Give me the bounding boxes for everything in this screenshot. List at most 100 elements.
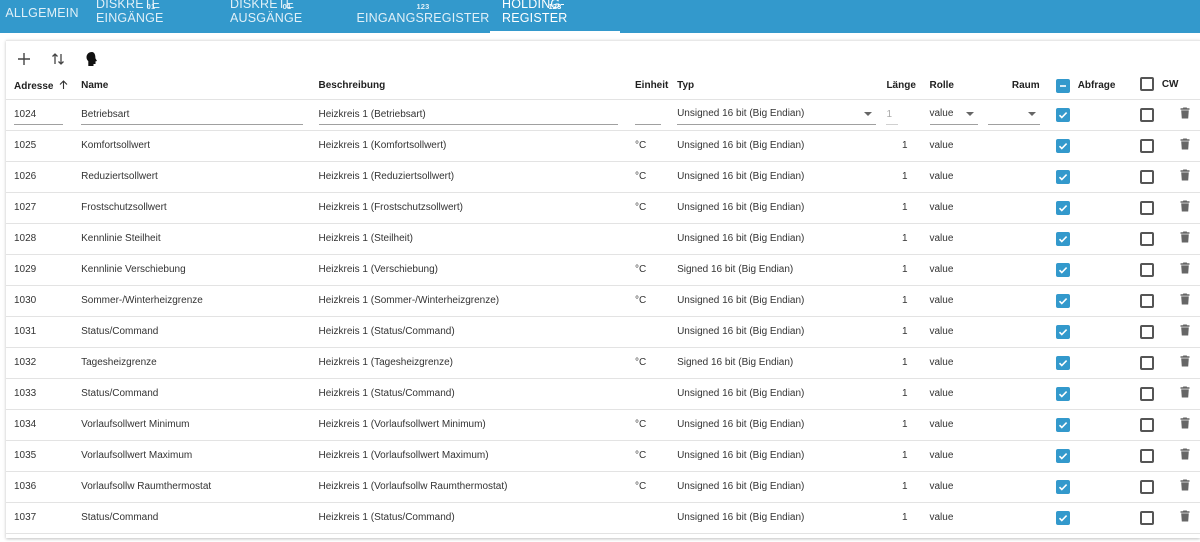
room-cell[interactable] <box>987 347 1050 379</box>
poll-checkbox[interactable] <box>1055 324 1070 339</box>
address-cell[interactable]: 1031 <box>6 316 74 348</box>
tab-eingangsregister[interactable]: 123 EINGANGSREGISTER <box>356 0 490 33</box>
room-cell[interactable] <box>987 223 1050 255</box>
column-header-unit[interactable]: Einheit <box>628 77 671 99</box>
delete-button[interactable] <box>1180 231 1190 246</box>
column-header-address[interactable]: Adresse <box>6 77 73 99</box>
name-cell[interactable]: Komfortsollwert <box>73 130 313 162</box>
cw-checkbox[interactable] <box>1139 107 1154 122</box>
role-cell[interactable]: value <box>925 502 988 534</box>
unit-cell[interactable]: °C <box>628 440 672 472</box>
column-header-description[interactable]: Beschreibung <box>313 77 629 99</box>
role-cell[interactable]: value <box>925 440 988 472</box>
length-cell[interactable]: 1 <box>886 378 926 410</box>
edit-field[interactable]: 1024 <box>14 105 64 125</box>
unit-cell[interactable]: °C <box>628 285 672 317</box>
role-cell[interactable]: value <box>925 98 988 131</box>
delete-button[interactable] <box>1180 107 1190 122</box>
delete-button[interactable] <box>1180 200 1190 215</box>
description-cell[interactable]: Heizkreis 1 (Komfortsollwert) <box>312 130 629 162</box>
room-cell[interactable] <box>987 440 1050 472</box>
edit-field[interactable]: value <box>929 105 978 125</box>
address-cell[interactable]: 1027 <box>6 192 74 224</box>
type-cell[interactable]: Unsigned 16 bit (Big Endian) <box>671 378 887 410</box>
delete-button[interactable] <box>1180 324 1190 339</box>
description-cell[interactable]: Heizkreis 1 (Status/Command) <box>312 378 629 410</box>
delete-button[interactable] <box>1180 386 1190 401</box>
address-cell[interactable]: 1036 <box>6 471 74 503</box>
column-header-role[interactable]: Rolle <box>926 77 988 99</box>
unit-cell[interactable] <box>628 316 672 348</box>
poll-checkbox[interactable] <box>1055 169 1070 184</box>
cw-checkbox[interactable] <box>1139 169 1154 184</box>
description-cell[interactable]: Heizkreis 1 (Vorlaufsollwert Minimum) <box>312 409 629 441</box>
role-cell[interactable]: value <box>925 316 988 348</box>
address-cell[interactable]: 1026 <box>6 161 74 193</box>
address-cell[interactable]: 1029 <box>6 254 74 286</box>
tab-holding-register[interactable]: 123 HOLDING-REGISTER <box>490 0 620 33</box>
cw-checkbox[interactable] <box>1139 324 1154 339</box>
address-cell[interactable]: 1034 <box>6 409 74 441</box>
unit-cell[interactable] <box>628 378 672 410</box>
column-header-length[interactable]: Länge <box>886 77 925 99</box>
column-header-room[interactable]: Raum <box>988 77 1050 99</box>
length-cell[interactable]: 1 <box>886 223 926 255</box>
cw-checkbox[interactable] <box>1139 231 1154 246</box>
cw-checkbox[interactable] <box>1139 479 1154 494</box>
delete-button[interactable] <box>1180 448 1190 463</box>
name-cell[interactable]: Reduziertsollwert <box>73 161 313 193</box>
cw-checkbox[interactable] <box>1139 138 1154 153</box>
room-cell[interactable] <box>987 254 1050 286</box>
length-cell[interactable]: 1 <box>886 347 926 379</box>
edit-field[interactable] <box>635 105 662 125</box>
address-cell[interactable]: 1033 <box>6 378 74 410</box>
role-cell[interactable]: value <box>925 378 988 410</box>
delete-button[interactable] <box>1180 510 1190 525</box>
type-cell[interactable]: Unsigned 16 bit (Big Endian) <box>671 130 887 162</box>
unit-cell[interactable] <box>628 223 672 255</box>
length-cell[interactable]: 1 <box>886 98 926 131</box>
name-cell[interactable]: Kennlinie Verschiebung <box>73 254 313 286</box>
name-cell[interactable]: Kennlinie Steilheit <box>73 223 313 255</box>
role-cell[interactable]: value <box>925 471 988 503</box>
poll-checkbox[interactable] <box>1055 448 1070 463</box>
name-cell[interactable]: Frostschutzsollwert <box>73 192 313 224</box>
name-cell[interactable]: Status/Command <box>73 316 313 348</box>
description-cell[interactable]: Heizkreis 1 (Status/Command) <box>312 316 629 348</box>
cw-select-all-checkbox[interactable] <box>1139 77 1154 92</box>
description-cell[interactable]: Heizkreis 1 (Verschiebung) <box>312 254 629 286</box>
address-cell[interactable]: 1035 <box>6 440 74 472</box>
cw-checkbox[interactable] <box>1139 448 1154 463</box>
role-cell[interactable]: value <box>925 347 988 379</box>
name-cell[interactable]: Vorlaufsollwert Maximum <box>73 440 313 472</box>
cw-checkbox[interactable] <box>1139 417 1154 432</box>
poll-select-all-checkbox[interactable] <box>1055 78 1070 93</box>
name-cell[interactable]: Vorlaufsollwert Minimum <box>73 409 313 441</box>
poll-checkbox[interactable] <box>1055 386 1070 401</box>
unit-cell[interactable]: °C <box>628 161 672 193</box>
role-cell[interactable]: value <box>925 409 988 441</box>
type-cell[interactable]: Unsigned 16 bit (Big Endian) <box>671 409 887 441</box>
room-cell[interactable] <box>987 471 1050 503</box>
name-cell[interactable]: Status/Command <box>73 378 313 410</box>
edit-field[interactable]: Unsigned 16 bit (Big Endian) <box>677 105 877 125</box>
edit-field[interactable]: 1 <box>886 105 898 125</box>
type-cell[interactable]: Unsigned 16 bit (Big Endian) <box>671 471 887 503</box>
poll-checkbox[interactable] <box>1055 355 1070 370</box>
add-button[interactable] <box>14 49 34 69</box>
room-cell[interactable] <box>987 98 1050 131</box>
description-cell[interactable]: Heizkreis 1 (Sommer-/Winterheizgrenze) <box>312 285 629 317</box>
description-cell[interactable]: Heizkreis 1 (Reduziertsollwert) <box>312 161 629 193</box>
type-cell[interactable]: Unsigned 16 bit (Big Endian) <box>671 161 887 193</box>
description-cell[interactable]: Heizkreis 1 (Tagesheizgrenze) <box>312 347 629 379</box>
unit-cell[interactable]: °C <box>628 130 672 162</box>
address-cell[interactable]: 1028 <box>6 223 74 255</box>
unit-cell[interactable] <box>628 98 672 131</box>
type-cell[interactable]: Unsigned 16 bit (Big Endian) <box>671 502 887 534</box>
length-cell[interactable]: 1 <box>886 161 926 193</box>
poll-checkbox[interactable] <box>1055 200 1070 215</box>
role-cell[interactable]: value <box>925 223 988 255</box>
role-cell[interactable]: value <box>925 192 988 224</box>
address-cell[interactable]: 1030 <box>6 285 74 317</box>
column-header-name[interactable]: Name <box>73 77 312 99</box>
